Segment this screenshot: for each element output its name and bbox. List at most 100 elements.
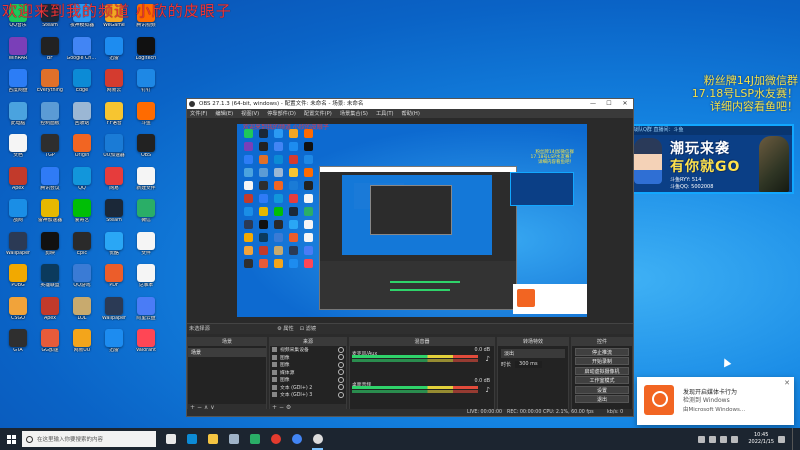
source-item[interactable]: 图像 [270, 361, 346, 369]
start-button[interactable] [0, 428, 22, 450]
desktop-icon[interactable]: Wallpaper [98, 295, 130, 328]
desktop-icon[interactable]: 迅雷 [98, 327, 130, 360]
desktop-icon[interactable]: 腾讯会议 [34, 165, 66, 198]
desktop-icon[interactable]: Wallpaper [2, 230, 34, 263]
tray-chevron-icon[interactable] [698, 435, 706, 443]
desktop-icon[interactable]: Apex [2, 165, 34, 198]
desktop-icon[interactable]: Logitech [130, 35, 162, 68]
desktop-icon[interactable]: 百度网盘 [2, 67, 34, 100]
source-item[interactable]: 图像 [270, 376, 346, 384]
visibility-icon[interactable] [338, 384, 344, 391]
desktop-icon[interactable]: 战网 [2, 197, 34, 230]
input-method-icon[interactable] [731, 435, 739, 443]
desktop-icon[interactable]: Apex [34, 295, 66, 328]
desktop-icon[interactable]: 此电脑 [2, 100, 34, 133]
desktop-icon[interactable]: 英雄联盟 [34, 262, 66, 295]
desktop-icon[interactable]: 微信 [130, 197, 162, 230]
desktop-icon[interactable]: Origin [66, 132, 98, 165]
desktop-icon[interactable]: QQ [66, 165, 98, 198]
source-item[interactable]: 文本 (GDI+) 3 [270, 391, 346, 399]
taskbar-wechat-button[interactable] [244, 428, 265, 450]
desktop-icon[interactable]: 新建文件 [130, 165, 162, 198]
menu-tools[interactable]: 工具(T) [376, 110, 394, 117]
virtual-camera-button[interactable]: 启动虚拟摄像机 [575, 366, 629, 375]
minimize-icon[interactable]: — [585, 99, 601, 109]
desktop-icon[interactable]: Steam [98, 197, 130, 230]
speaker-icon[interactable]: ♪ [486, 355, 490, 363]
menu-help[interactable]: 帮助(H) [402, 110, 420, 117]
obs-window[interactable]: OBS 27.1.3 (64-bit, windows) - 配置文件: 未命名… [186, 98, 634, 417]
desktop-icon[interactable]: GG加速 [34, 327, 66, 360]
desktop-icon[interactable]: 雷神加速器 [34, 197, 66, 230]
desktop-icon[interactable]: 网易云 [98, 67, 130, 100]
visibility-icon[interactable] [338, 346, 344, 353]
menu-view[interactable]: 视图(V) [241, 110, 259, 117]
desktop-icon[interactable]: PDF [98, 262, 130, 295]
desktop-icon[interactable]: 斗鱼 [130, 100, 162, 133]
desktop-icon[interactable]: 爱奇艺 [66, 197, 98, 230]
taskbar-obs-button[interactable] [307, 428, 328, 450]
show-desktop-button[interactable] [792, 428, 796, 450]
desktop-icon[interactable]: QQ游戏 [66, 262, 98, 295]
volume-slider[interactable] [352, 390, 478, 393]
desktop-icon[interactable]: WinRAR [2, 35, 34, 68]
visibility-icon[interactable] [338, 369, 344, 376]
source-item[interactable]: 图像 [270, 354, 346, 362]
exit-button[interactable]: 退出 [575, 395, 629, 403]
desktop-icon[interactable]: CSGO [2, 295, 34, 328]
desktop-icon[interactable]: 文档 [2, 132, 34, 165]
scene-item[interactable]: 场景 [188, 348, 266, 357]
desktop-icon[interactable]: 回收站 [66, 100, 98, 133]
volume-slider[interactable] [352, 359, 478, 362]
desktop-icon[interactable]: 控制面板 [34, 100, 66, 133]
preview-canvas[interactable]: 欢迎来到我的频道 小欣的皮眼子 粉丝牌14J加微信群 17.18号LSP水友赛！… [237, 124, 587, 317]
properties-button[interactable]: ⚙ 属性 [277, 325, 294, 332]
desktop-icon[interactable]: YY语音 [98, 100, 130, 133]
source-item[interactable]: 视频采集设备 [270, 346, 346, 354]
desktop-icon[interactable]: 优酷 [98, 230, 130, 263]
transition-select[interactable]: 淡出 [501, 349, 565, 358]
settings-button[interactable]: 设置 [575, 385, 629, 394]
desktop-icon[interactable]: 网易 [98, 165, 130, 198]
desktop-icon[interactable]: GTA [2, 327, 34, 360]
desktop-icon[interactable]: 文件 [130, 230, 162, 263]
notification-center-icon[interactable] [778, 435, 785, 443]
desktop-icon[interactable]: Valorant [130, 327, 162, 360]
menu-edit[interactable]: 编辑(E) [215, 110, 233, 117]
desktop-icon[interactable]: Google Chrome [66, 35, 98, 68]
desktop-icon[interactable]: 网易UU [66, 327, 98, 360]
notification-toast[interactable]: 发现开启媒体卡行为 检测到 Windows 由Microsoft Windows… [637, 377, 794, 425]
obs-titlebar[interactable]: OBS 27.1.3 (64-bit, windows) - 配置文件: 未命名… [187, 99, 633, 109]
desktop-icon[interactable]: 阿里云盘 [130, 295, 162, 328]
taskbar-edge-button[interactable] [181, 428, 202, 450]
visibility-icon[interactable] [338, 391, 344, 398]
desktop-icon[interactable]: 钉钉 [130, 67, 162, 100]
taskbar-search[interactable]: 在这里输入你要搜索的内容 [22, 431, 156, 447]
menu-docks[interactable]: 停靠部件(D) [267, 110, 296, 117]
visibility-icon[interactable] [338, 354, 344, 361]
desktop-icon[interactable]: PUBG [2, 262, 34, 295]
visibility-icon[interactable] [338, 361, 344, 368]
desktop-icon[interactable]: BF [34, 35, 66, 68]
taskbar-task-view-button[interactable] [160, 428, 181, 450]
start-recording-button[interactable]: 开始录制 [575, 357, 629, 365]
taskbar-steam-button[interactable] [223, 428, 244, 450]
taskbar-explorer-button[interactable] [202, 428, 223, 450]
menu-scene-collection[interactable]: 场景集合(S) [340, 110, 368, 117]
desktop-icon[interactable]: Everything [34, 67, 66, 100]
volume-icon[interactable] [720, 435, 728, 443]
duration-input[interactable]: 300 ms [515, 361, 542, 368]
taskbar-netease-button[interactable] [265, 428, 286, 450]
desktop-icon[interactable]: LOL [66, 295, 98, 328]
maximize-icon[interactable]: ☐ [601, 99, 617, 109]
desktop-icon[interactable]: 迅雷 [98, 35, 130, 68]
desktop-icon[interactable]: 记事本 [130, 262, 162, 295]
desktop-icon[interactable]: OBS [130, 132, 162, 165]
menu-file[interactable]: 文件(F) [190, 110, 207, 117]
desktop-icon[interactable]: TGP [34, 132, 66, 165]
filters-button[interactable]: ⊡ 滤镜 [300, 325, 316, 332]
taskbar-chrome-button[interactable] [286, 428, 307, 450]
close-icon[interactable]: ✕ [617, 99, 633, 109]
visibility-icon[interactable] [338, 376, 344, 383]
clock[interactable]: 10:45 2022/1/15 [748, 432, 774, 446]
